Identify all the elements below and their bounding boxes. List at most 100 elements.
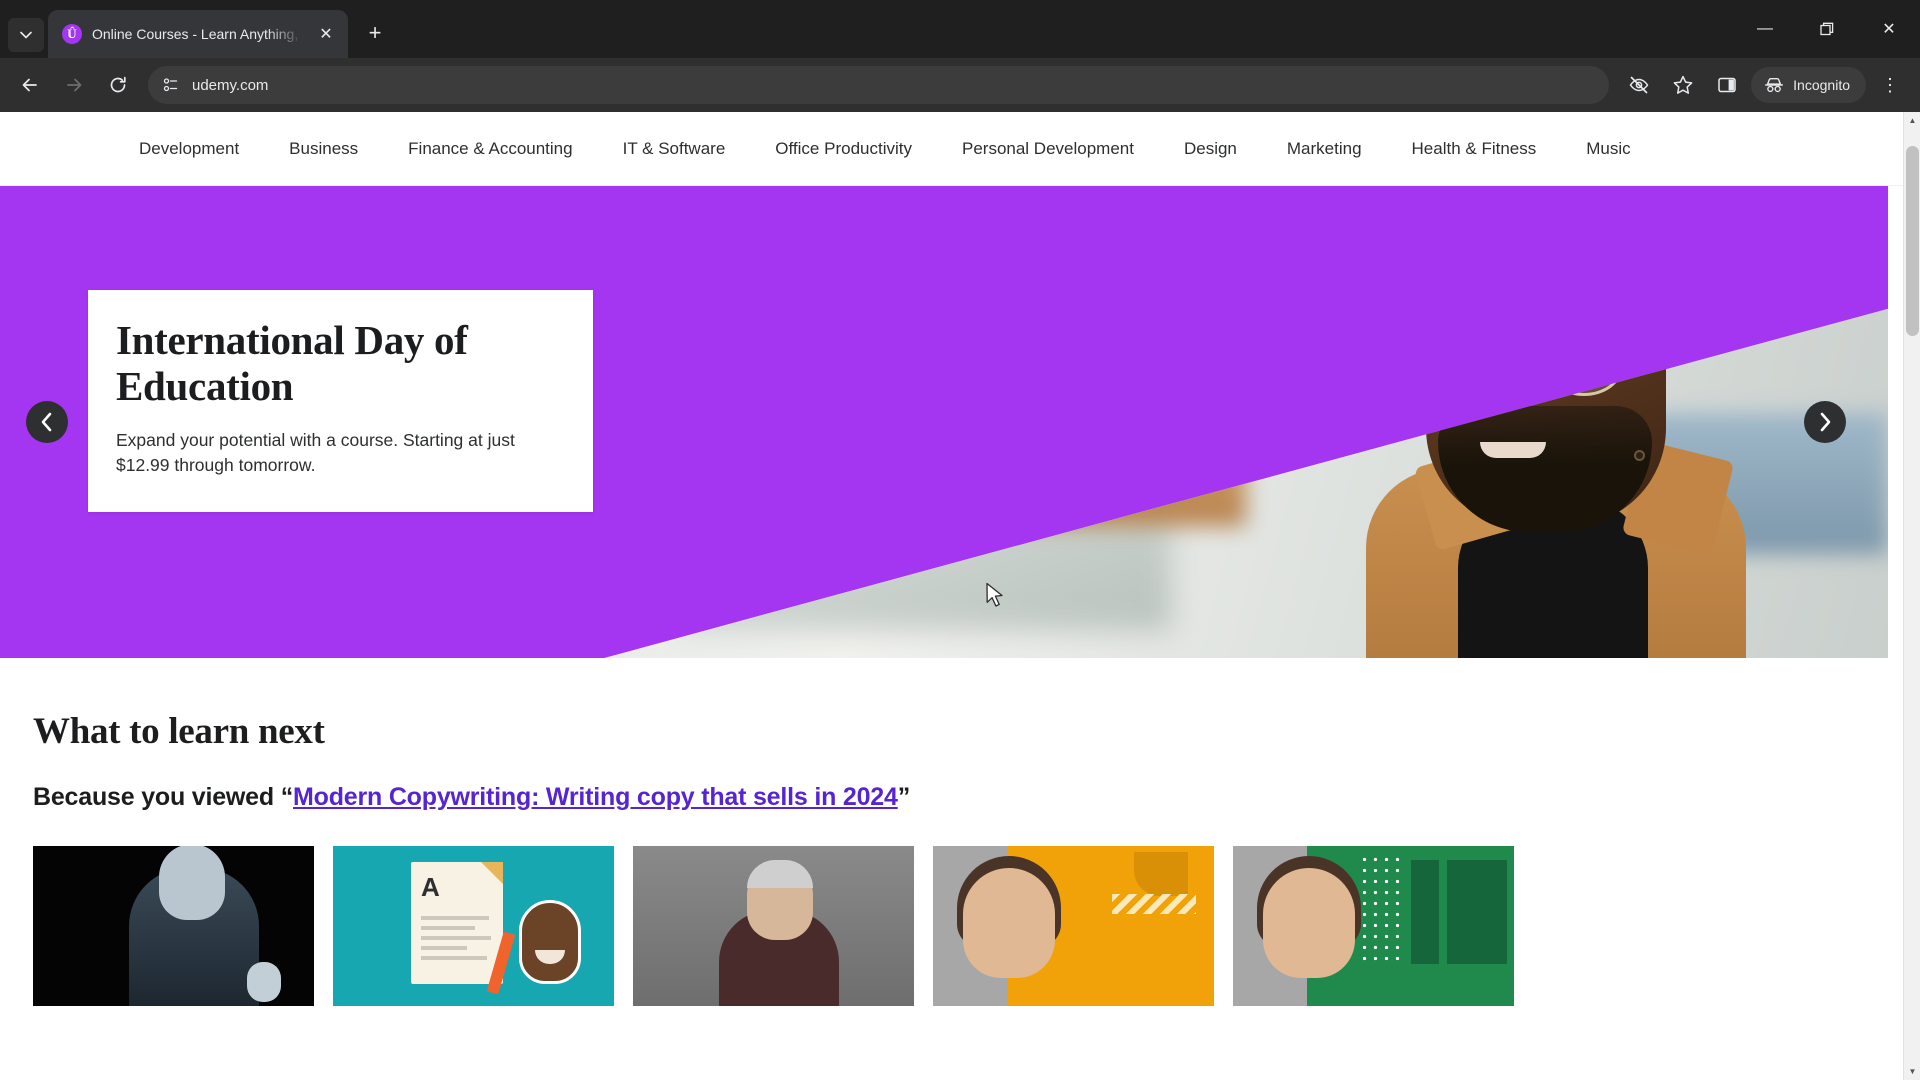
maximize-icon [1820,22,1834,36]
thumb2-person [519,900,581,984]
because-you-viewed-heading: Because you viewed “Modern Copywriting: … [33,783,1920,812]
thumb5-head [1263,868,1355,978]
nav-item-music[interactable]: Music [1561,139,1655,159]
hero-text-card: International Day of Education Expand yo… [88,290,593,512]
close-window-button[interactable]: ✕ [1858,0,1920,58]
bookmark-button[interactable] [1663,65,1703,105]
page-info-icon[interactable] [162,76,180,94]
tracking-protection-button[interactable] [1619,65,1659,105]
section-heading: What to learn next [33,711,325,752]
browser-toolbar: udemy.com Incognito ⋮ [0,58,1920,112]
thumb2-line [421,916,489,920]
thumb4-wave [1112,894,1196,914]
thumb2-line [421,956,487,960]
reload-icon [110,76,126,93]
nav-item-personal-development[interactable]: Personal Development [937,139,1159,159]
incognito-icon [1765,77,1784,93]
page-viewport: Development Business Finance & Accountin… [0,112,1920,1080]
eye-slash-icon [1629,76,1649,94]
thumb1-head [159,846,225,920]
tab-search-button[interactable] [8,18,44,52]
nav-item-business[interactable]: Business [264,139,383,159]
new-tab-button[interactable]: + [358,16,392,50]
course-card-3[interactable] [633,846,914,1006]
course-thumbnail-3 [633,846,914,1006]
glasses-temple [1622,356,1668,367]
person-hair [1434,238,1662,358]
scroll-up-button[interactable]: ▲ [1904,112,1920,129]
because-prefix: Because you viewed “ [33,783,294,811]
chevron-down-icon [20,31,32,39]
course-thumbnail-4 [933,846,1214,1006]
hero-banner: International Day of Education Expand yo… [0,186,1888,658]
forward-button[interactable] [54,65,94,105]
carousel-next-button[interactable] [1804,401,1846,443]
nav-item-development[interactable]: Development [114,139,264,159]
person-mouth [1480,442,1546,458]
back-button[interactable] [10,65,50,105]
udemy-favicon: Û [62,24,82,44]
side-panel-icon [1718,77,1736,93]
hero-photo-foliage [1095,233,1398,356]
thumb2-letter: A [421,872,440,902]
course-card-1[interactable] [33,846,314,1006]
person-glasses [1442,340,1668,396]
course-thumbnail-1 [33,846,314,1006]
course-card-row: A [33,846,1920,1006]
star-icon [1673,75,1693,94]
course-card-4[interactable] [933,846,1214,1006]
because-suffix: ” [897,783,911,811]
thumb3-hair [747,860,813,888]
reload-button[interactable] [98,65,138,105]
nav-item-office-productivity[interactable]: Office Productivity [750,139,937,159]
tab-strip: Û Online Courses - Learn Anything, On Yo… [0,0,1920,58]
thumb5-dot-grid [1359,854,1401,962]
arrow-right-icon [67,78,82,92]
hero-photo-blur-shelf [944,440,1247,526]
minimize-button[interactable]: — [1734,0,1796,58]
browser-tab[interactable]: Û Online Courses - Learn Anything, On Yo… [48,10,348,58]
arrow-left-icon [22,78,37,92]
nav-item-marketing[interactable]: Marketing [1262,139,1387,159]
thumb2-line [421,946,467,950]
mouse-cursor [986,582,1003,607]
chevron-left-icon [41,412,52,432]
chevron-right-icon [1820,412,1831,432]
nav-item-finance-accounting[interactable]: Finance & Accounting [383,139,597,159]
browser-menu-button[interactable]: ⋮ [1870,65,1910,105]
url-text: udemy.com [192,76,269,94]
scrollbar-thumb[interactable] [1906,146,1919,336]
course-thumbnail-5 [1233,846,1514,1006]
nav-item-health-fitness[interactable]: Health & Fitness [1387,139,1562,159]
category-nav: Development Business Finance & Accountin… [0,112,1920,186]
thumb2-line [421,926,475,930]
hero-person [1338,228,1768,658]
thumb5-bar [1411,860,1439,964]
hero-photo-blur-poster [981,289,1209,489]
incognito-indicator[interactable]: Incognito [1751,67,1866,103]
viewed-course-link[interactable]: Modern Copywriting: Writing copy that se… [293,783,898,811]
thumb5-bar [1447,860,1507,964]
browser-window: Û Online Courses - Learn Anything, On Yo… [0,0,1920,1080]
course-card-2[interactable]: A [333,846,614,1006]
page-scrollbar[interactable]: ▲ ▼ [1903,112,1920,1080]
tab-title: Online Courses - Learn Anything, On Your… [92,26,304,42]
scroll-down-button[interactable]: ▼ [1904,1063,1920,1080]
person-earring [1634,450,1645,461]
maximize-button[interactable] [1796,0,1858,58]
thumb4-head [963,868,1055,978]
side-panel-button[interactable] [1707,65,1747,105]
address-bar[interactable]: udemy.com [148,66,1610,104]
course-card-5[interactable] [1233,846,1514,1006]
hero-subtitle: Expand your potential with a course. Sta… [116,429,515,475]
nav-item-it-software[interactable]: IT & Software [598,139,751,159]
nav-item-design[interactable]: Design [1159,139,1262,159]
thumb1-hand [247,962,281,1002]
what-to-learn-next-section: What to learn next Because you viewed “M… [0,710,1920,1006]
tab-close-icon[interactable]: ✕ [314,22,338,46]
glasses-lens-left [1446,340,1522,396]
window-controls: — ✕ [1734,0,1920,58]
hero-photo-blur-wall [679,459,1171,630]
thumb2-line [421,936,491,940]
carousel-prev-button[interactable] [26,401,68,443]
